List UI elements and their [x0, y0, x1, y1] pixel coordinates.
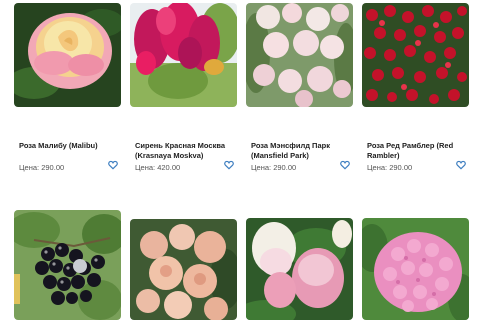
- rose-malibu-image: [14, 3, 121, 107]
- price-label: Цена:: [251, 163, 272, 172]
- hydrangea-paniculata-image: [246, 218, 353, 320]
- product-name[interactable]: Роза Мэнсфилд Парк (Mansfield Park): [251, 141, 351, 160]
- price-value: 420.00: [157, 163, 181, 172]
- product-name[interactable]: Роза Ред Рамблер (Red Rambler): [367, 141, 467, 160]
- peach-rose-image: [130, 219, 237, 320]
- price-value: 290.00: [389, 163, 413, 172]
- product-photo-peach-rose[interactable]: [130, 219, 237, 320]
- product-price: Цена: 290.00: [367, 163, 412, 172]
- price-label: Цена:: [19, 163, 40, 172]
- lilac-krasnaya-moskva-image: [130, 3, 237, 107]
- rose-red-rambler-image: [362, 3, 469, 107]
- blackcurrant-image: [14, 210, 121, 320]
- price-value: 290.00: [41, 163, 65, 172]
- product-price: Цена: 290.00: [251, 163, 296, 172]
- heart-outline-icon[interactable]: [224, 160, 234, 170]
- heart-outline-icon[interactable]: [456, 160, 466, 170]
- product-name[interactable]: Роза Малибу (Malibu): [19, 141, 119, 151]
- product-photo-hydrangea-paniculata[interactable]: [246, 218, 353, 320]
- price-label: Цена:: [135, 163, 156, 172]
- product-photo-rose-malibu[interactable]: [14, 3, 121, 107]
- product-photo-rose-mansfield-park[interactable]: [246, 3, 353, 107]
- product-name[interactable]: Сирень Красная Москва (Krasnaya Moskva): [135, 141, 235, 160]
- heart-outline-icon[interactable]: [108, 160, 118, 170]
- product-photo-blackcurrant[interactable]: [14, 210, 121, 320]
- product-photo-rose-red-rambler[interactable]: [362, 3, 469, 107]
- product-photo-lilac-krasnaya-moskva[interactable]: [130, 3, 237, 107]
- rose-mansfield-park-image: [246, 3, 353, 107]
- product-price: Цена: 420.00: [135, 163, 180, 172]
- price-label: Цена:: [367, 163, 388, 172]
- price-value: 290.00: [273, 163, 297, 172]
- heart-outline-icon[interactable]: [340, 160, 350, 170]
- product-photo-hydrangea-macrophylla[interactable]: [362, 218, 469, 320]
- hydrangea-macrophylla-image: [362, 218, 469, 320]
- product-price: Цена: 290.00: [19, 163, 64, 172]
